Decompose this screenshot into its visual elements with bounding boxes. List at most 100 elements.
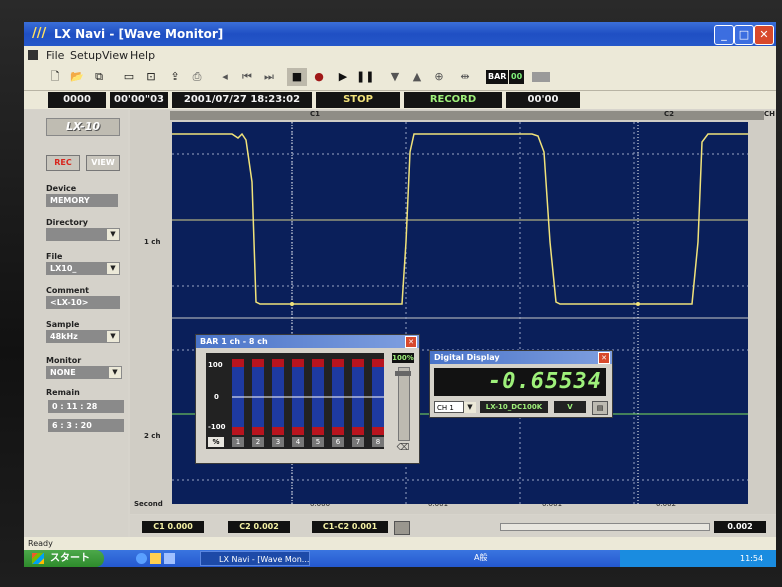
bar-meters — [232, 359, 384, 435]
scroll-time-value: 0.002 — [714, 521, 766, 533]
remain-time-1: 0 : 11 : 28 — [48, 400, 124, 413]
bar-window-title[interactable]: BAR 1 ch - 8 ch — [196, 335, 419, 348]
minimize-button[interactable]: _ — [714, 25, 734, 45]
level-meter-icon[interactable] — [532, 72, 550, 82]
file-select[interactable]: LX10_ ▼ — [46, 262, 120, 275]
folder-icon[interactable] — [150, 553, 161, 564]
chevron-down-icon[interactable]: ▼ — [107, 331, 119, 342]
fit-icon[interactable]: ⇹ — [456, 68, 474, 86]
zoom-icon[interactable]: ⊕ — [430, 68, 448, 86]
sample-select[interactable]: 48kHz ▼ — [46, 330, 120, 343]
ime-indicator[interactable]: A般 — [474, 552, 487, 563]
eraser-icon[interactable]: ⌫ — [396, 443, 410, 455]
pause-icon[interactable]: ❚❚ — [356, 68, 374, 86]
monitor-label: Monitor — [46, 356, 82, 365]
document-menu-icon[interactable] — [28, 50, 38, 60]
display-settings-icon[interactable]: ▤ — [592, 401, 608, 415]
sample-value: 48kHz — [50, 332, 78, 341]
ch2-label: 2 ch — [144, 432, 161, 440]
bar-percent-readout: 100% — [392, 353, 414, 363]
cursor-ruler[interactable] — [170, 111, 764, 120]
triangle-up-icon[interactable]: ▲ — [408, 68, 426, 86]
cursor-c1-label[interactable]: C1 — [310, 110, 320, 118]
file-label: File — [46, 252, 63, 261]
directory-select[interactable]: ▼ — [46, 228, 120, 241]
monitor-select[interactable]: NONE ▼ — [46, 366, 122, 379]
desktop-icon[interactable] — [164, 553, 175, 564]
record-time: 00'00 — [506, 92, 580, 108]
taskbar: スタート LX Navi - [Wave Mon... A般 11:54 — [24, 550, 776, 567]
title-bar[interactable]: /// LX Navi - [Wave Monitor] _ □ ✕ — [24, 22, 776, 46]
cursor-c2-marker — [636, 302, 640, 306]
menu-setup[interactable]: Setup — [70, 49, 102, 62]
folder-export-icon[interactable]: ⇪ — [166, 68, 184, 86]
device-label: Device — [46, 184, 77, 193]
ch1-trace — [172, 132, 748, 305]
windows-logo-icon — [32, 553, 44, 564]
chevron-down-icon[interactable]: ▼ — [109, 367, 121, 378]
record-icon[interactable]: ● — [310, 68, 328, 86]
maximize-button[interactable]: □ — [734, 25, 754, 45]
file-value: LX10_ — [50, 264, 77, 273]
stop-icon[interactable]: ■ — [287, 68, 307, 86]
chevron-down-icon[interactable]: ▼ — [107, 263, 119, 274]
bar-meters-svg — [232, 359, 384, 435]
monitor-icon[interactable]: ▭ — [120, 68, 138, 86]
transport-state: STOP — [316, 92, 400, 108]
bar-scale-mid: 0 — [214, 393, 219, 401]
open-file-icon[interactable]: 📂 — [68, 68, 86, 86]
menu-view[interactable]: View — [102, 49, 128, 62]
taskbar-item-lx-navi[interactable]: LX Navi - [Wave Mon... — [200, 551, 310, 566]
rec-button[interactable]: REC — [46, 155, 80, 171]
cursor-c1-marker — [290, 302, 294, 306]
percent-button[interactable]: % — [208, 437, 224, 447]
window-icon[interactable]: ⊡ — [142, 68, 160, 86]
clock[interactable]: 11:54 — [740, 550, 763, 567]
bar-channel-1: 1 — [232, 437, 244, 447]
window-title: LX Navi - [Wave Monitor] — [54, 27, 224, 41]
device-name-readout: LX-10_DC100K — [480, 401, 548, 413]
step-back-icon[interactable]: ◂ — [216, 68, 234, 86]
chevron-down-icon[interactable]: ▼ — [464, 402, 476, 413]
ie-icon[interactable] — [136, 553, 147, 564]
remain-time-2: 6 : 3 : 20 — [48, 419, 124, 432]
digital-display-close-icon[interactable]: ✕ — [598, 352, 610, 364]
bar-channel-6: 6 — [332, 437, 344, 447]
monitor-value: NONE — [50, 368, 76, 377]
lx-navi-icon: /// — [32, 26, 47, 41]
bar-toggle-button[interactable]: BAR — [486, 70, 509, 84]
comment-field[interactable]: <LX-10> — [46, 296, 120, 309]
app-window: /// LX Navi - [Wave Monitor] _ □ ✕ File … — [24, 22, 776, 567]
play-icon[interactable]: ▶ — [334, 68, 352, 86]
taskbar-item-label: LX Navi - [Wave Mon... — [219, 555, 310, 564]
print-icon[interactable]: ⎙ — [188, 68, 206, 86]
bar-window-close-icon[interactable]: ✕ — [405, 336, 417, 348]
cursor-c2-value: C2 0.002 — [228, 521, 290, 533]
digital-display-window[interactable]: Digital Display ✕ -0.65534 CH 1 ▼ LX-10_… — [429, 350, 613, 418]
cursor-c2-label[interactable]: C2 — [664, 110, 674, 118]
menu-file[interactable]: File — [46, 49, 64, 62]
close-button[interactable]: ✕ — [754, 25, 774, 45]
chevron-down-icon[interactable]: ▼ — [107, 229, 119, 240]
channel-select-value: CH 1 — [437, 404, 454, 412]
status-text: Ready — [28, 539, 53, 548]
channel-select[interactable]: CH 1 — [434, 401, 464, 413]
bar-gain-slider[interactable] — [398, 367, 410, 441]
digital-display-title[interactable]: Digital Display — [430, 351, 612, 364]
directory-label: Directory — [46, 218, 88, 227]
bar-gain-slider-thumb[interactable] — [395, 371, 411, 376]
rewind-icon[interactable]: ⏮ — [238, 68, 256, 86]
x-axis-label: Second — [134, 500, 163, 508]
keyboard-icon[interactable] — [394, 521, 410, 535]
triangle-down-icon[interactable]: ▼ — [386, 68, 404, 86]
new-file-icon[interactable]: 🗋 — [46, 68, 64, 86]
elapsed-time: 00'00"03 — [110, 92, 168, 108]
bar-meter-window[interactable]: BAR 1 ch - 8 ch ✕ 100 0 -100 % 1 2 3 4 5… — [195, 334, 420, 464]
bar-channel-5: 5 — [312, 437, 324, 447]
time-scrollbar[interactable] — [500, 523, 710, 531]
view-button[interactable]: VIEW — [86, 155, 120, 171]
fast-forward-icon[interactable]: ⏭ — [260, 68, 278, 86]
digital-toggle-button[interactable]: 00 — [509, 70, 525, 84]
copy-icon[interactable]: ⧉ — [90, 68, 108, 86]
menu-help[interactable]: Help — [130, 49, 155, 62]
